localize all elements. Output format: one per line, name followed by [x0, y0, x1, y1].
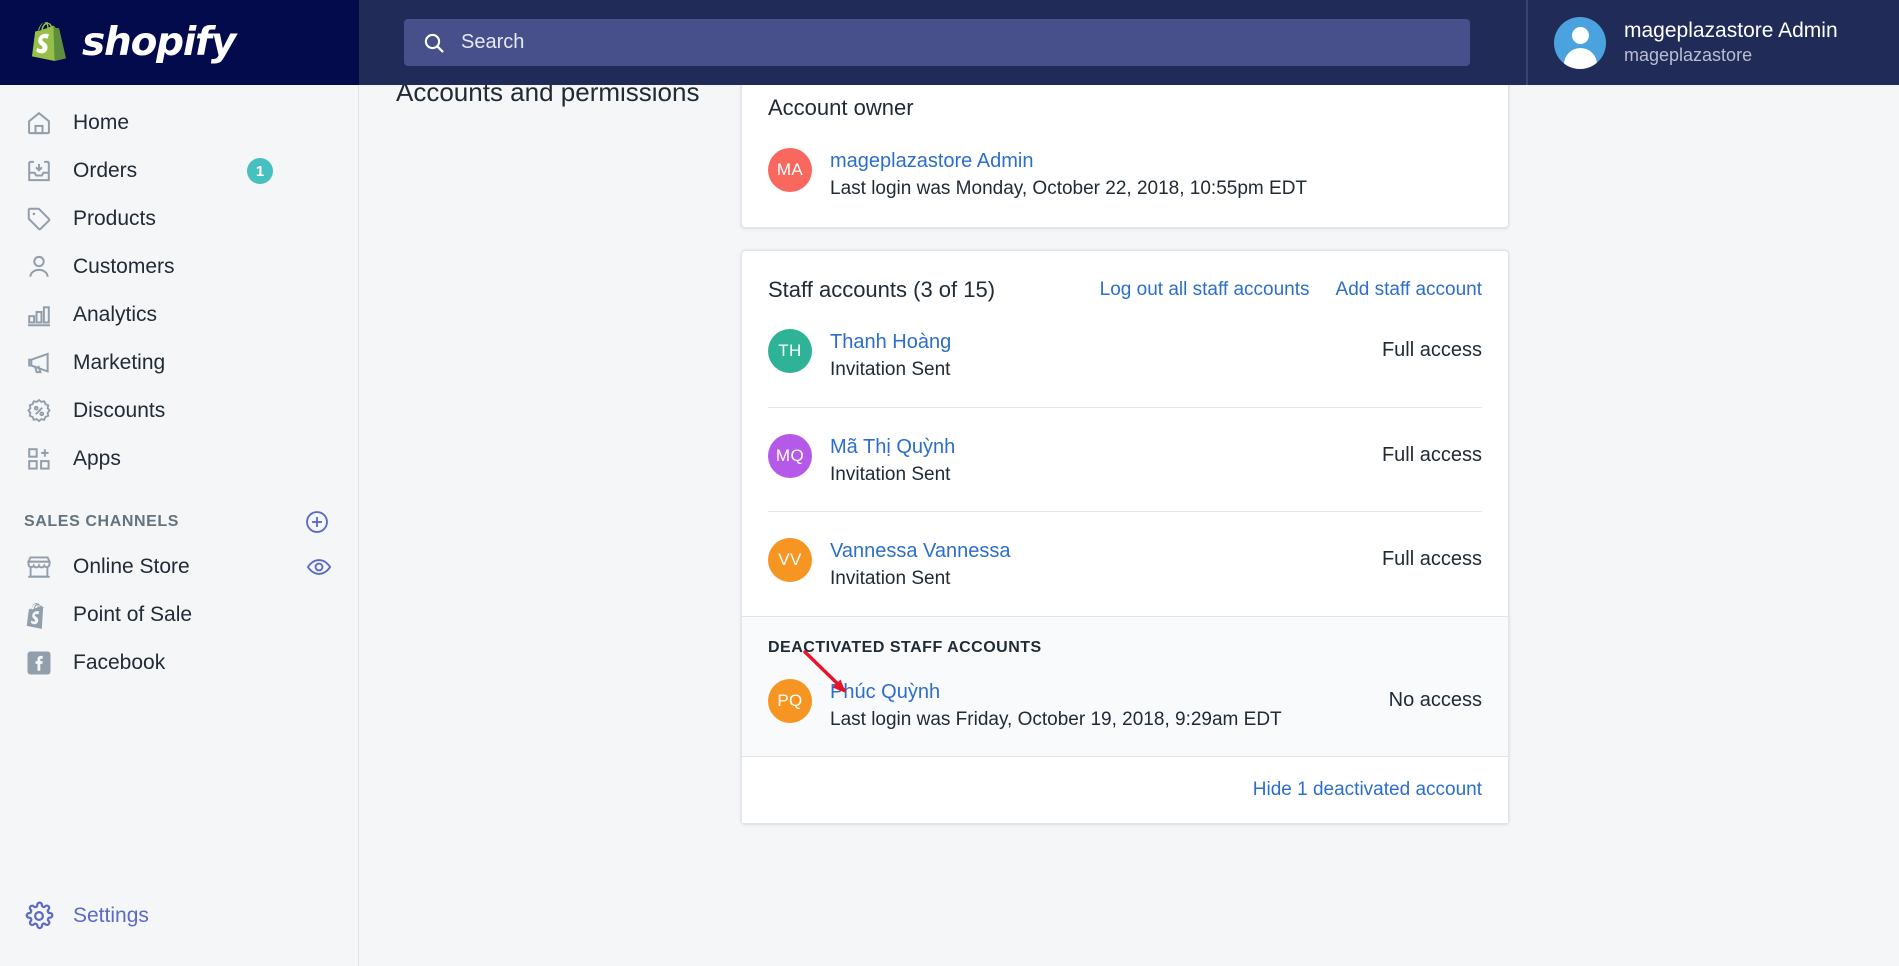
sidebar-item-orders[interactable]: Orders 1 — [0, 147, 358, 195]
logo-zone: shopify — [0, 0, 359, 85]
staff-row: VV Vannessa Vannessa Invitation Sent Ful… — [768, 511, 1482, 616]
sidebar-item-products[interactable]: Products — [0, 195, 358, 243]
sidebar: Home Orders 1 Products Customers Analyti… — [0, 85, 359, 966]
deactivated-staff-row: PQ Phúc Quỳnh Last login was Friday, Oct… — [768, 679, 1482, 732]
sidebar-item-discounts[interactable]: Discounts — [0, 387, 358, 435]
sidebar-item-label: Products — [73, 207, 156, 230]
sidebar-item-marketing[interactable]: Marketing — [0, 339, 358, 387]
search-icon — [424, 33, 444, 53]
staff-name-link[interactable]: Mã Thị Quỳnh — [830, 435, 955, 459]
staff-accounts-list: TH Thanh Hoàng Invitation Sent Full acce… — [742, 303, 1508, 616]
top-bar: shopify mageplazastore Admin mageplazast… — [0, 0, 1899, 85]
deactivated-section-title: DEACTIVATED STAFF ACCOUNTS — [768, 639, 1042, 657]
staff-accounts-card: Staff accounts (3 of 15) Log out all sta… — [741, 249, 1509, 824]
page-title: Accounts and permissions — [396, 85, 700, 107]
sales-channels-title: SALES CHANNELS — [24, 513, 180, 530]
account-owner-title: Account owner — [768, 95, 914, 120]
sidebar-item-point-of-sale[interactable]: Point of Sale — [0, 591, 358, 639]
primary-nav: Home Orders 1 Products Customers Analyti… — [0, 85, 358, 483]
main-content: Accounts and permissions Account owner M… — [360, 85, 1899, 966]
sidebar-item-label: Marketing — [73, 351, 166, 374]
staff-accounts-header: Staff accounts (3 of 15) Log out all sta… — [742, 251, 1508, 303]
sidebar-item-label: Facebook — [73, 651, 166, 674]
staff-name-link[interactable]: Thanh Hoàng — [830, 330, 951, 354]
discounts-percent-icon — [24, 396, 54, 426]
staff-status: Invitation Sent — [830, 463, 951, 485]
staff-card-footer: Hide 1 deactivated account — [742, 755, 1508, 823]
sidebar-item-label: Apps — [73, 447, 121, 470]
deactivated-staff-last-login: Last login was Friday, October 19, 2018,… — [830, 709, 1282, 731]
avatar: MA — [768, 148, 812, 192]
sidebar-item-label: Online Store — [73, 555, 190, 578]
staff-access-level: Full access — [1381, 443, 1482, 466]
sidebar-item-label: Discounts — [73, 399, 166, 422]
marketing-megaphone-icon — [24, 348, 54, 378]
online-store-icon — [24, 552, 54, 582]
orders-count-badge: 1 — [247, 158, 273, 184]
staff-row: TH Thanh Hoàng Invitation Sent Full acce… — [768, 303, 1482, 407]
search-bar[interactable] — [404, 19, 1470, 66]
account-owner-name-link[interactable]: mageplazastore Admin — [830, 149, 1307, 173]
deactivated-staff-section: DEACTIVATED STAFF ACCOUNTS PQ Phúc Quỳnh… — [742, 616, 1508, 756]
gear-icon — [24, 901, 54, 931]
staff-status: Invitation Sent — [830, 568, 951, 590]
deactivated-staff-name-link[interactable]: Phúc Quỳnh — [830, 680, 1282, 704]
deactivated-staff-access-level: No access — [1388, 689, 1482, 712]
account-owner-last-login: Last login was Monday, October 22, 2018,… — [830, 178, 1308, 199]
account-owner-row: MA mageplazastore Admin Last login was M… — [768, 148, 1482, 201]
products-tag-icon — [24, 204, 54, 234]
staff-access-level: Full access — [1381, 548, 1482, 571]
sidebar-item-label: Point of Sale — [73, 603, 193, 626]
sidebar-item-label: Home — [73, 111, 130, 134]
user-store-name: mageplazastore — [1624, 45, 1753, 66]
sidebar-item-customers[interactable]: Customers — [0, 243, 358, 291]
add-staff-account-link[interactable]: Add staff account — [1336, 279, 1482, 301]
plus-circle-icon[interactable] — [304, 509, 330, 535]
brand-wordmark: shopify — [82, 20, 236, 65]
user-menu[interactable]: mageplazastore Admin mageplazastore — [1526, 0, 1899, 85]
avatar: VV — [768, 538, 812, 583]
user-name: mageplazastore Admin — [1624, 19, 1838, 43]
search-input[interactable] — [459, 30, 1409, 55]
sales-channels-header: SALES CHANNELS — [0, 483, 358, 543]
shopify-bag-logo-icon — [32, 21, 66, 61]
sidebar-item-label: Analytics — [73, 303, 158, 326]
shopify-logo[interactable]: shopify — [28, 20, 236, 66]
staff-access-level: Full access — [1381, 338, 1482, 361]
staff-row: MQ Mã Thị Quỳnh Invitation Sent Full acc… — [768, 406, 1482, 512]
staff-accounts-title: Staff accounts (3 of 15) — [768, 276, 996, 302]
sidebar-item-facebook[interactable]: Facebook — [0, 639, 358, 687]
apps-grid-plus-icon — [24, 444, 54, 474]
sidebar-item-apps[interactable]: Apps — [0, 435, 358, 483]
sidebar-item-online-store[interactable]: Online Store — [0, 543, 358, 591]
sidebar-item-label: Orders — [73, 159, 138, 182]
avatar: PQ — [768, 679, 812, 724]
orders-inbox-icon — [24, 156, 54, 186]
staff-status: Invitation Sent — [830, 358, 951, 380]
home-icon — [24, 108, 54, 138]
sidebar-item-analytics[interactable]: Analytics — [0, 291, 358, 339]
settings-content-column: Account owner MA mageplazastore Admin La… — [741, 85, 1509, 846]
customers-person-icon — [24, 252, 54, 282]
avatar: TH — [768, 328, 812, 373]
eye-icon[interactable] — [306, 554, 332, 580]
account-owner-card: Account owner MA mageplazastore Admin La… — [741, 85, 1509, 228]
analytics-bar-chart-icon — [24, 300, 54, 330]
settings-label: Settings — [73, 904, 149, 927]
point-of-sale-icon — [24, 600, 54, 630]
sidebar-item-home[interactable]: Home — [0, 99, 358, 147]
sidebar-item-label: Customers — [73, 255, 175, 278]
avatar: MQ — [768, 433, 812, 478]
facebook-icon — [24, 648, 54, 678]
sidebar-item-settings[interactable]: Settings — [0, 892, 358, 940]
user-avatar-icon — [1554, 16, 1606, 69]
hide-deactivated-account-link[interactable]: Hide 1 deactivated account — [1253, 779, 1482, 801]
log-out-all-staff-accounts-link[interactable]: Log out all staff accounts — [1100, 279, 1310, 301]
staff-name-link[interactable]: Vannessa Vannessa — [830, 539, 1011, 563]
